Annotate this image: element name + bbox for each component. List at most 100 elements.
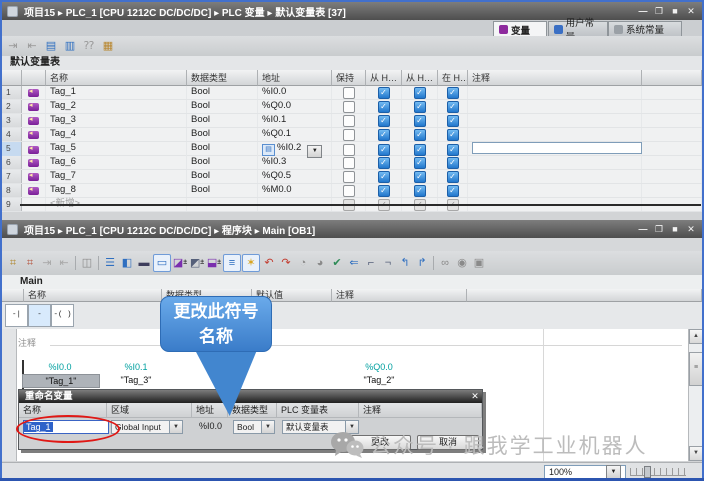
address-type-icon[interactable]: ▤	[262, 144, 275, 156]
in-hmi-checkbox[interactable]	[447, 129, 459, 141]
cell-address[interactable]: %Q0.1	[258, 128, 332, 141]
in-hmi-checkbox[interactable]	[447, 144, 459, 156]
cell-comment[interactable]	[468, 128, 642, 141]
from-hmi-checkbox[interactable]	[414, 171, 426, 183]
indent-icon[interactable]: ¬	[380, 255, 396, 271]
comment-input[interactable]	[472, 142, 642, 154]
scrollbar-thumb[interactable]: ≡	[689, 352, 703, 386]
from-hmi-checkbox[interactable]	[414, 87, 426, 99]
from-hmi-checkbox[interactable]	[378, 115, 390, 127]
col-from-hmi1[interactable]: 从 H…	[366, 70, 402, 86]
add-row-icon[interactable]: ⇤	[24, 38, 40, 54]
table-row[interactable]: 1 Tag_1 Bool %I0.0	[2, 86, 702, 100]
nc-contact-button[interactable]: -|/|-	[28, 304, 51, 327]
update-block-icon[interactable]: ◔	[295, 255, 311, 271]
col-comment[interactable]: 注释	[468, 70, 642, 86]
operand-name[interactable]: "Tag_3"	[106, 375, 166, 385]
col-in-hmi[interactable]: 在 H…	[438, 70, 468, 86]
goto-definition-icon[interactable]: ◫	[79, 255, 95, 271]
operand-name-selected[interactable]: "Tag_1"	[22, 374, 100, 388]
nav-forward-icon[interactable]: ↱	[414, 255, 430, 271]
name-input[interactable]: Tag_1	[23, 420, 109, 434]
tab-user-constants[interactable]: 用户常量	[548, 21, 608, 36]
restore-icon[interactable]: ❐	[654, 6, 664, 17]
retentive-icon[interactable]: ⁇	[81, 38, 97, 54]
cell-comment[interactable]	[468, 86, 642, 99]
comment-display-icon[interactable]: ▭	[153, 254, 171, 272]
next-error-icon[interactable]: ↷	[278, 255, 294, 271]
chevron-down-icon[interactable]: ▼	[169, 421, 182, 433]
cell-datatype[interactable]: Bool	[187, 184, 258, 197]
maximize-icon[interactable]: ■	[670, 224, 680, 235]
insert-label-icon[interactable]: ⬓±	[206, 255, 222, 271]
in-hmi-checkbox[interactable]	[447, 87, 459, 99]
from-hmi-checkbox[interactable]	[378, 101, 390, 113]
retain-checkbox[interactable]	[343, 129, 355, 141]
scroll-up-icon[interactable]: ▲	[689, 329, 703, 344]
datatype-select[interactable]: Bool ▼	[233, 420, 275, 434]
tab-variables[interactable]: 变量	[493, 21, 547, 37]
zoom-slider[interactable]	[630, 468, 686, 476]
from-hmi-checkbox[interactable]	[378, 144, 390, 156]
cell-address[interactable]: %Q0.5	[258, 170, 332, 183]
from-hmi-checkbox[interactable]	[378, 129, 390, 141]
area-select[interactable]: Global Input ▼	[111, 420, 183, 434]
in-hmi-checkbox[interactable]	[447, 157, 459, 169]
insert-row-icon[interactable]: ⇥	[5, 38, 21, 54]
from-hmi-checkbox[interactable]	[378, 185, 390, 197]
table-row[interactable]: 4 Tag_4 Bool %Q0.1	[2, 128, 702, 142]
close-icon[interactable]: ✕	[686, 6, 696, 17]
operand-info-icon[interactable]: ◧	[119, 255, 135, 271]
insert-row-icon[interactable]: ⇥	[39, 255, 55, 271]
col-address[interactable]: 地址	[258, 70, 332, 86]
retain-checkbox[interactable]	[343, 144, 355, 156]
coil-button[interactable]: -( )	[51, 304, 74, 327]
table-row-selected[interactable]: 5 Tag_5 Bool ▤%I0.2▼	[2, 142, 702, 156]
cell-comment[interactable]	[468, 100, 642, 113]
cell-address[interactable]: %I0.1	[258, 114, 332, 127]
chevron-down-icon[interactable]: ▼	[606, 465, 621, 479]
in-hmi-checkbox[interactable]	[447, 115, 459, 127]
minimize-icon[interactable]: —	[638, 6, 648, 17]
cell-datatype[interactable]: Bool	[187, 128, 258, 141]
call-structure-icon[interactable]: ▣	[471, 255, 487, 271]
cell-datatype[interactable]: Bool	[187, 170, 258, 183]
cell-name[interactable]: Tag_6	[46, 156, 187, 169]
cell-datatype[interactable]: Bool	[187, 114, 258, 127]
cell-name[interactable]: Tag_7	[46, 170, 187, 183]
network-comment-label[interactable]: 注释	[18, 336, 36, 349]
close-icon[interactable]: ✕	[686, 224, 696, 235]
restore-icon[interactable]: ❐	[654, 224, 664, 235]
from-hmi-checkbox[interactable]	[414, 101, 426, 113]
if-col-comment[interactable]: 注释	[332, 289, 467, 302]
cell-address[interactable]: %Q0.0	[258, 100, 332, 113]
table-row[interactable]: 7 Tag_7 Bool %Q0.5	[2, 170, 702, 184]
refresh-call-icon[interactable]: ◕	[312, 255, 328, 271]
from-hmi-checkbox[interactable]	[378, 87, 390, 99]
network-compress-icon[interactable]: ▬	[136, 255, 152, 271]
export-icon[interactable]: ▤	[43, 38, 59, 54]
dialog-titlebar[interactable]: 重命名变量 ✕	[19, 390, 482, 403]
col-datatype[interactable]: 数据类型	[187, 70, 258, 86]
absolute-operands-icon[interactable]: ☰	[102, 255, 118, 271]
operand-name[interactable]: "Tag_2"	[347, 375, 411, 385]
cell-name[interactable]: Tag_8	[46, 184, 187, 197]
if-col-name[interactable]: 名称	[24, 289, 162, 302]
monitor-glasses-icon[interactable]: ∞	[437, 255, 453, 271]
cell-name[interactable]: Tag_4	[46, 128, 187, 141]
expand-networks-icon[interactable]: ≡	[223, 254, 241, 272]
from-hmi-checkbox[interactable]	[414, 144, 426, 156]
insert-network-icon[interactable]: ⌗	[5, 255, 21, 271]
retain-checkbox[interactable]	[343, 185, 355, 197]
chevron-down-icon[interactable]: ▼	[261, 421, 274, 433]
col-retain[interactable]: 保持	[332, 70, 366, 86]
import-icon[interactable]: ▥	[62, 38, 78, 54]
retain-checkbox[interactable]	[343, 157, 355, 169]
cell-comment[interactable]	[468, 170, 642, 183]
favorites-icon[interactable]: ✶	[242, 254, 260, 272]
cell-datatype[interactable]: Bool	[187, 156, 258, 169]
vertical-scrollbar[interactable]: ▲ ≡ ▼	[688, 329, 702, 461]
cell-address[interactable]: %I0.0	[258, 86, 332, 99]
close-icon[interactable]: ✕	[468, 390, 482, 403]
prev-error-icon[interactable]: ↶	[261, 255, 277, 271]
